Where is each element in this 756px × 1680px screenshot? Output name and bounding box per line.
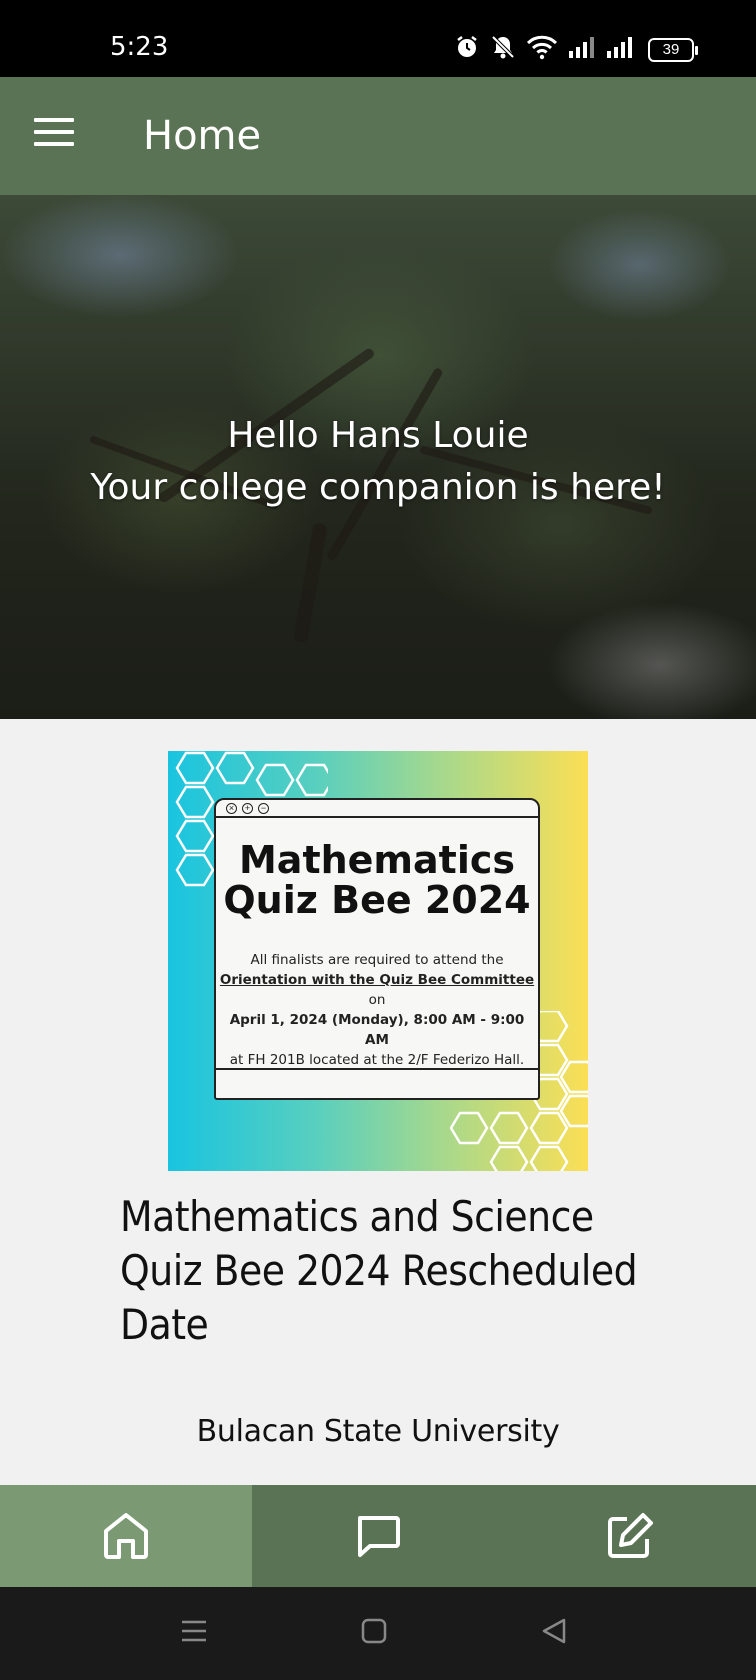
status-bar: 5:23 39: [0, 0, 756, 77]
battery-icon: 39: [648, 38, 698, 62]
greeting-text: Hello Hans Louie: [227, 415, 529, 456]
alarm-icon: [457, 36, 477, 57]
app-bar: Home: [0, 77, 756, 195]
wifi-icon: [526, 35, 558, 60]
tagline-text: Your college companion is here!: [90, 467, 666, 508]
home-square-icon[interactable]: [361, 1617, 387, 1645]
signal-icon: [607, 37, 632, 58]
poster-window-frame: × + − Mathematics Quiz Bee 2024 All fina…: [214, 798, 540, 1100]
nav-chat-button[interactable]: [252, 1485, 504, 1587]
system-navigation-bar: [0, 1587, 756, 1680]
plus-icon: +: [242, 803, 253, 814]
recents-menu-icon[interactable]: [180, 1617, 208, 1645]
mute-icon: [491, 35, 515, 59]
hamburger-menu-icon[interactable]: [34, 118, 74, 148]
minus-icon: −: [258, 803, 269, 814]
edit-icon: [608, 1513, 653, 1558]
page-title: Home: [143, 113, 262, 159]
bottom-navigation: [0, 1485, 756, 1587]
close-icon: ×: [226, 803, 237, 814]
post-image[interactable]: × + − Mathematics Quiz Bee 2024 All fina…: [168, 751, 588, 1171]
poster-title: Mathematics Quiz Bee 2024: [223, 838, 531, 922]
chat-icon: [358, 1516, 400, 1557]
home-icon: [104, 1513, 148, 1559]
status-time: 5:23: [110, 32, 169, 62]
back-triangle-icon[interactable]: [540, 1617, 568, 1645]
poster-body: All finalists are required to attend the…: [219, 952, 535, 1068]
status-icons: [454, 34, 634, 60]
nav-home-button[interactable]: [0, 1485, 252, 1587]
hero-banner: Hello Hans Louie Your college companion …: [0, 195, 756, 719]
hero-greeting: Hello Hans Louie Your college companion …: [0, 410, 756, 514]
post-source: Bulacan State University: [196, 1414, 560, 1449]
post-title[interactable]: Mathematics and Science Quiz Bee 2024 Re…: [120, 1190, 660, 1352]
nav-edit-button[interactable]: [504, 1485, 756, 1587]
signal-icon: [569, 37, 594, 58]
